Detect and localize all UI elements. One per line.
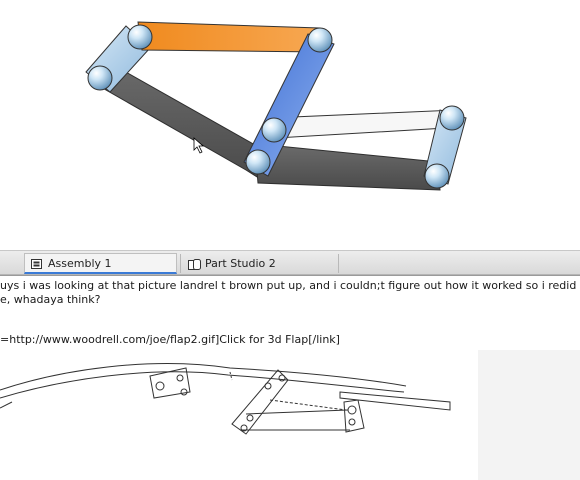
sketch-dashed-tick	[229, 371, 233, 381]
post-link-text[interactable]: =http://www.woodrell.com/joe/flap2.gif]C…	[0, 333, 340, 346]
sketch-pivot	[264, 382, 272, 390]
joint-ball	[439, 105, 465, 131]
sketch-link-e	[245, 409, 349, 415]
post-sidebar-strip	[478, 350, 580, 480]
post-text-line: uys i was looking at that picture landre…	[0, 279, 580, 292]
wing-outline-lower	[0, 371, 405, 399]
sketch-pivot	[155, 381, 165, 391]
post-text-line: e, whadaya think?	[0, 293, 101, 306]
sketch-link-c	[343, 399, 365, 433]
sketch-pivot	[347, 405, 357, 415]
tab-divider	[180, 254, 181, 273]
flap-outline	[339, 391, 451, 411]
assembly-icon	[31, 257, 43, 269]
wing-outline-edge	[0, 401, 13, 409]
sketch-pivot	[180, 388, 188, 396]
flap-sketch-drawing	[0, 363, 451, 435]
joint-ball	[245, 149, 271, 175]
sketch-pivot	[348, 418, 356, 426]
document-tab-bar: Assembly 1 Part Studio 2	[0, 250, 580, 275]
orange-link-top	[137, 21, 323, 53]
tab-label: Part Studio 2	[205, 257, 276, 270]
joint-ball	[424, 163, 450, 189]
flap-linkage-model[interactable]	[0, 0, 580, 250]
sketch-dashed-link	[269, 399, 347, 411]
gray-link-lower	[255, 144, 441, 191]
sketch-pivot	[278, 374, 286, 382]
tab-divider	[338, 254, 339, 273]
sketch-pivot	[246, 414, 254, 422]
joint-ball	[307, 27, 333, 53]
tab-label: Assembly 1	[48, 256, 112, 270]
sketch-pivot	[176, 374, 184, 382]
joint-ball	[261, 117, 287, 143]
3d-viewport[interactable]	[0, 0, 580, 250]
joint-ball	[127, 24, 153, 50]
part-studio-icon	[188, 258, 201, 270]
tab-part-studio-2[interactable]: Part Studio 2	[182, 253, 337, 274]
tab-assembly-1[interactable]: Assembly 1	[24, 253, 177, 274]
joint-ball	[87, 65, 113, 91]
